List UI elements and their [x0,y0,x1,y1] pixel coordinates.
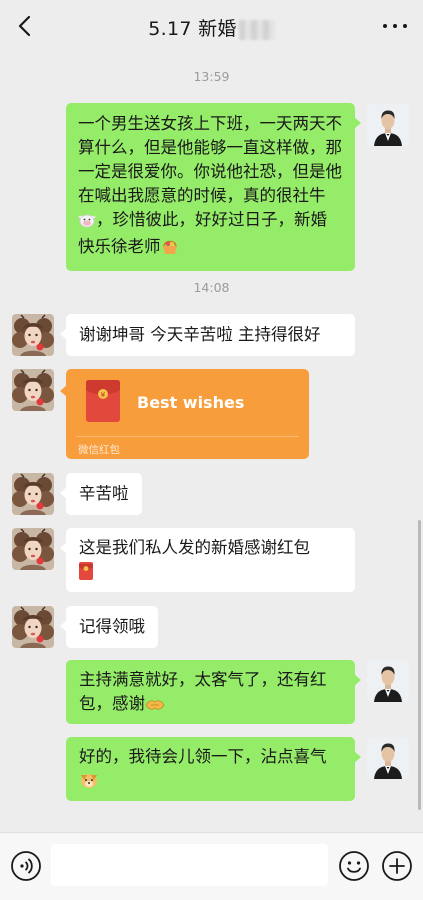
message-text: 记得领哦 [79,617,145,636]
chat-title-text: 5.17 新婚 [148,18,237,40]
red-envelope-icon [79,562,93,587]
gift-basket-icon [161,238,179,262]
red-packet-divider [76,436,299,437]
red-packet-label: 微信红包 [78,444,120,456]
message-bubble[interactable]: 辛苦啦 [60,473,142,515]
voice-icon[interactable] [10,850,42,886]
message-text: 这是我们私人发的新婚感谢红包 [79,538,310,557]
timestamp: 13:59 [193,69,230,84]
chat-header: 5.17 新婚 [0,0,423,56]
message-text: 主持满意就好，太客气了，还有红包，感谢 [79,670,327,713]
handshake-icon [145,695,165,719]
message-bubble[interactable]: 主持满意就好，太客气了，还有红包，感谢 [66,660,361,724]
red-packet-card[interactable]: ¥ Best wishes 微信红包 [60,369,309,459]
message-bubble[interactable]: 一个男生送女孩上下班，一天两天不算什么，但是他能够一直这样做，那一定是很爱你。你… [66,103,361,271]
svg-text:¥: ¥ [101,391,106,399]
red-envelope-icon: ¥ [86,380,120,426]
message-text: 谢谢坤哥 今天辛苦啦 主持得很好 [79,325,321,344]
contact-avatar[interactable] [12,314,54,356]
contact-avatar[interactable] [12,473,54,515]
scrollbar[interactable] [418,520,421,810]
message-text-continued: ，珍惜彼此，好好过日子，新婚快乐徐老师 [78,210,327,256]
my-avatar[interactable] [367,660,409,702]
message-bubble[interactable]: 谢谢坤哥 今天辛苦啦 主持得很好 [60,314,355,356]
plus-circle-icon[interactable] [381,850,413,886]
my-avatar[interactable] [367,737,409,779]
red-packet-title: Best wishes [137,393,245,412]
smiley-icon[interactable] [338,850,370,886]
message-text: 一个男生送女孩上下班，一天两天不算什么，但是他能够一直这样做，那一定是很爱你。你… [78,114,342,205]
input-bar [0,832,423,900]
contact-avatar[interactable] [12,606,54,648]
timestamp: 14:08 [193,280,230,295]
message-text: 好的，我待会儿领一下，沾点喜气 [79,747,327,766]
dog-face-icon [79,771,99,796]
cow-face-icon [78,211,96,235]
message-input[interactable] [51,844,328,886]
contact-avatar[interactable] [12,528,54,570]
message-text: 辛苦啦 [79,484,129,503]
message-bubble[interactable]: 好的，我待会儿领一下，沾点喜气 [66,737,361,801]
chat-title: 5.17 新婚 [0,14,423,41]
message-bubble[interactable]: 这是我们私人发的新婚感谢红包 [60,528,355,592]
my-avatar[interactable] [367,104,409,146]
redacted-name-blur [238,19,275,40]
message-bubble[interactable]: 记得领哦 [60,606,158,648]
more-dots-icon[interactable] [383,16,407,36]
contact-avatar[interactable] [12,369,54,411]
